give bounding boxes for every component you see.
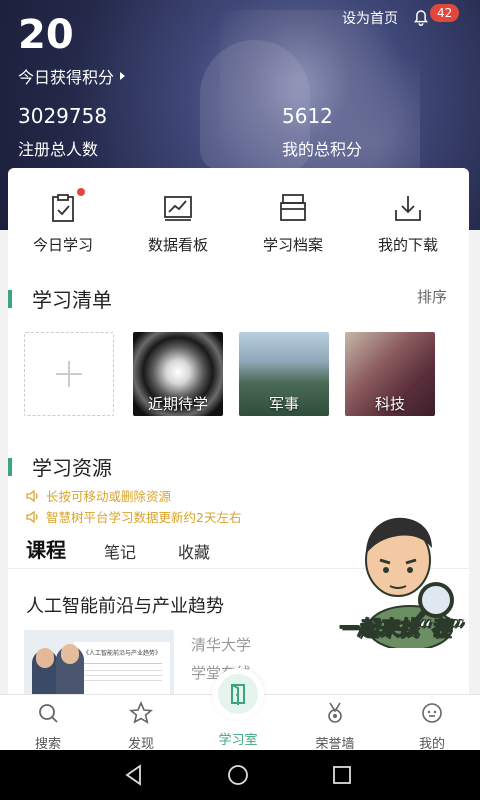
mascot-slogan: 一起来找“茬” bbox=[338, 616, 465, 641]
quick-today-study[interactable]: 今日学习 bbox=[8, 188, 118, 255]
today-score-label: 今日获得积分 bbox=[18, 68, 115, 87]
today-score-link[interactable]: 今日获得积分 bbox=[18, 64, 126, 88]
list-tile-upcoming[interactable]: 近期待学 bbox=[133, 332, 223, 416]
nav-mine[interactable]: 我的 bbox=[384, 701, 480, 752]
caret-right-icon bbox=[120, 72, 126, 80]
star-icon bbox=[128, 700, 153, 724]
chart-board-icon bbox=[164, 196, 192, 221]
study-list-title: 学习清单 bbox=[8, 284, 112, 313]
bell-icon[interactable] bbox=[410, 6, 432, 28]
quick-label: 我的下载 bbox=[377, 236, 438, 254]
search-icon bbox=[39, 704, 58, 723]
course-provider: 清华大学 bbox=[191, 636, 252, 654]
quick-label: 数据看板 bbox=[147, 236, 208, 254]
nav-discover[interactable]: 发现 bbox=[93, 700, 189, 752]
study-room-fab[interactable] bbox=[212, 668, 264, 720]
add-list-tile[interactable] bbox=[24, 332, 114, 416]
profile-icon bbox=[422, 703, 442, 723]
registered-total: 3029758 bbox=[18, 104, 108, 128]
recents-icon[interactable] bbox=[330, 763, 354, 787]
list-tile-tech[interactable]: 科技 bbox=[345, 332, 435, 416]
back-icon[interactable] bbox=[122, 763, 146, 787]
my-total-label: 我的总积分 bbox=[282, 140, 363, 159]
speaker-icon bbox=[26, 489, 38, 502]
home-icon[interactable] bbox=[226, 763, 250, 787]
list-tile-military[interactable]: 军事 bbox=[239, 332, 329, 416]
clipboard-check-icon bbox=[52, 194, 74, 222]
medal-icon bbox=[328, 702, 342, 723]
thumb-caption: 《人工智能前沿与产业趋势》 bbox=[82, 650, 161, 657]
system-navigation-bar bbox=[0, 750, 480, 800]
speaker-icon bbox=[26, 510, 38, 523]
tab-favorites[interactable]: 收藏 bbox=[178, 539, 210, 563]
quick-study-archive[interactable]: 学习档案 bbox=[238, 192, 348, 255]
door-icon bbox=[231, 684, 245, 705]
today-score: 20 bbox=[18, 12, 74, 58]
notice-line: 长按可移动或删除资源 bbox=[26, 486, 171, 505]
quick-data-board[interactable]: 数据看板 bbox=[123, 192, 233, 255]
quick-my-downloads[interactable]: 我的下载 bbox=[353, 192, 463, 255]
notification-badge: 42 bbox=[430, 4, 460, 22]
download-tray-icon bbox=[395, 196, 421, 221]
resource-tabs: 课程 笔记 收藏 bbox=[26, 534, 252, 563]
plus-icon bbox=[56, 361, 82, 387]
my-total-score: 5612 bbox=[282, 104, 333, 128]
quick-label: 今日学习 bbox=[32, 236, 93, 254]
resources-title: 学习资源 bbox=[8, 452, 112, 481]
tab-notes[interactable]: 笔记 bbox=[104, 539, 136, 563]
unread-dot bbox=[77, 188, 85, 196]
set-home-button[interactable]: 设为首页 bbox=[342, 8, 398, 28]
sort-button[interactable]: 排序 bbox=[417, 286, 447, 307]
archive-icon bbox=[280, 194, 306, 221]
nav-search[interactable]: 搜索 bbox=[0, 701, 96, 752]
registered-label: 注册总人数 bbox=[18, 140, 99, 159]
notice-line: 智慧树平台学习数据更新约2天左右 bbox=[26, 507, 241, 526]
tab-courses[interactable]: 课程 bbox=[26, 534, 66, 563]
course-title[interactable]: 人工智能前沿与产业趋势 bbox=[26, 592, 224, 618]
quick-label: 学习档案 bbox=[262, 236, 323, 254]
nav-honor-wall[interactable]: 荣誉墙 bbox=[287, 701, 383, 752]
